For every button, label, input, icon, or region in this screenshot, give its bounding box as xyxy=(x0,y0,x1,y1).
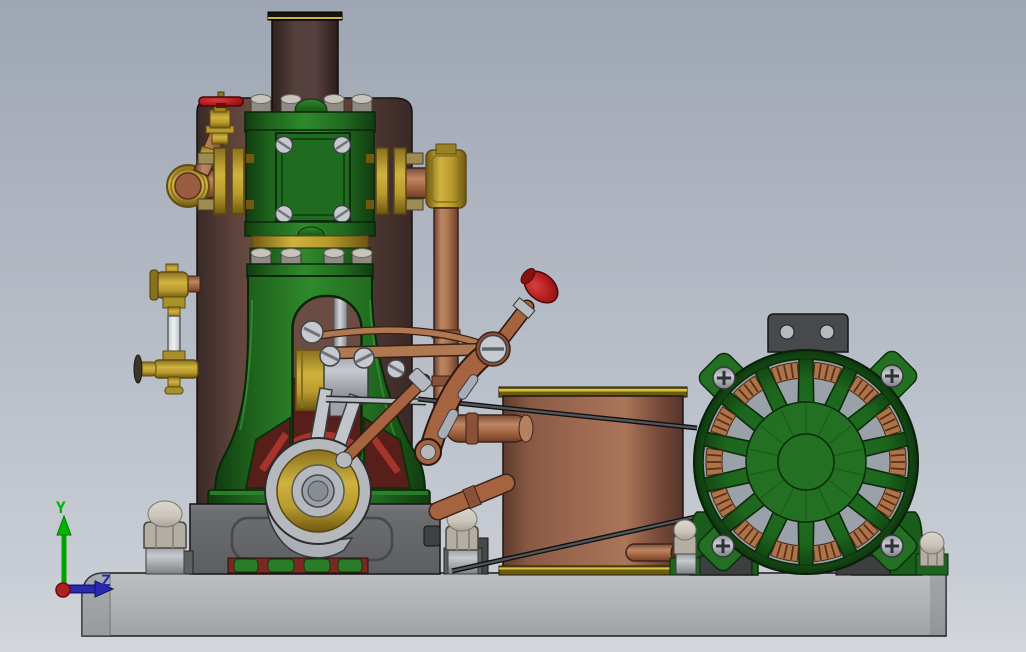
steam-chest[interactable] xyxy=(244,94,376,279)
cad-viewport[interactable]: Y Z xyxy=(0,0,1026,652)
foundation-bolt-gen-left[interactable] xyxy=(669,519,701,576)
foundation-bolt-gen-right[interactable] xyxy=(915,531,949,576)
cap-nut xyxy=(673,519,697,541)
base-plate[interactable] xyxy=(81,572,947,637)
z-axis-label: Z xyxy=(101,571,111,590)
viewport-canvas[interactable]: Y Z xyxy=(0,0,1026,652)
triad-origin xyxy=(55,582,71,598)
cap-nut xyxy=(919,531,945,555)
y-axis-label: Y xyxy=(56,498,66,517)
cylinder-brass-band xyxy=(251,235,369,249)
cap-nut xyxy=(147,500,183,528)
gauge-glass-tube xyxy=(167,315,181,353)
generator[interactable] xyxy=(689,313,923,576)
